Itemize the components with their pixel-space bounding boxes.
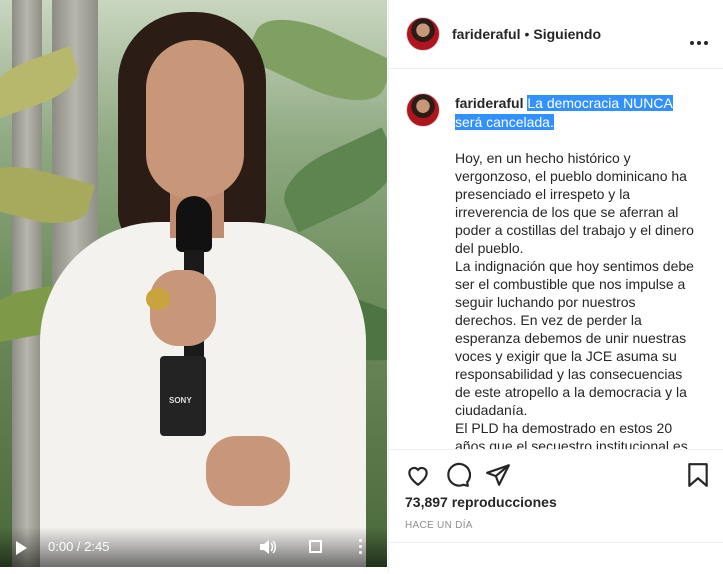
person-face — [146, 40, 244, 198]
microphone-head — [176, 196, 212, 252]
caption-username[interactable]: farideraful — [455, 95, 523, 111]
video-time: 0:00 / 2:45 — [48, 539, 110, 554]
video-player[interactable]: SONY 0:00 / 2:45 — [0, 0, 387, 567]
avatar[interactable] — [406, 93, 440, 127]
microphone-transmitter: SONY — [160, 356, 206, 436]
caption-area[interactable]: farideraful La democracia NUNCA será can… — [389, 69, 723, 449]
caption-header: farideraful La democracia NUNCA será can… — [455, 94, 683, 132]
more-options-icon[interactable] — [690, 32, 711, 50]
play-icon[interactable] — [16, 541, 27, 555]
post-actions: 73,897 reproducciones HACE UN DÍA — [389, 449, 723, 573]
separator-dot: • — [524, 26, 530, 42]
view-count[interactable]: 73,897 reproducciones — [405, 494, 557, 510]
following-button[interactable]: Siguiendo — [533, 26, 601, 42]
caption-paragraph: La indignación que hoy sentimos debe ser… — [455, 258, 694, 418]
avatar[interactable] — [406, 17, 440, 51]
video-controls: 0:00 / 2:45 — [0, 527, 387, 567]
fullscreen-icon[interactable] — [309, 540, 322, 553]
heart-icon[interactable] — [405, 462, 431, 488]
post-header: farideraful • Siguiendo — [389, 0, 723, 69]
mic-brand-label: SONY — [169, 396, 192, 405]
comment-icon[interactable] — [445, 462, 471, 488]
caption-paragraph: Hoy, en un hecho histórico y vergonzoso,… — [455, 150, 694, 256]
bookmark-icon[interactable] — [685, 462, 711, 488]
post-date[interactable]: HACE UN DÍA — [405, 520, 473, 531]
person-hand — [206, 436, 290, 506]
caption-body: Hoy, en un hecho histórico y vergonzoso,… — [455, 149, 700, 449]
post-sidebar: farideraful • Siguiendo farideraful La dem… — [388, 0, 723, 572]
header-username[interactable]: farideraful — [452, 26, 520, 42]
leaf — [272, 127, 387, 233]
gold-ring — [146, 288, 170, 310]
more-vertical-icon[interactable] — [359, 539, 363, 557]
comment-bar — [389, 542, 723, 574]
volume-icon[interactable] — [259, 539, 277, 555]
share-icon[interactable] — [485, 462, 511, 488]
header-user: farideraful • Siguiendo — [452, 26, 601, 42]
caption-paragraph: El PLD ha demostrado en estos 20 años qu… — [455, 420, 688, 449]
